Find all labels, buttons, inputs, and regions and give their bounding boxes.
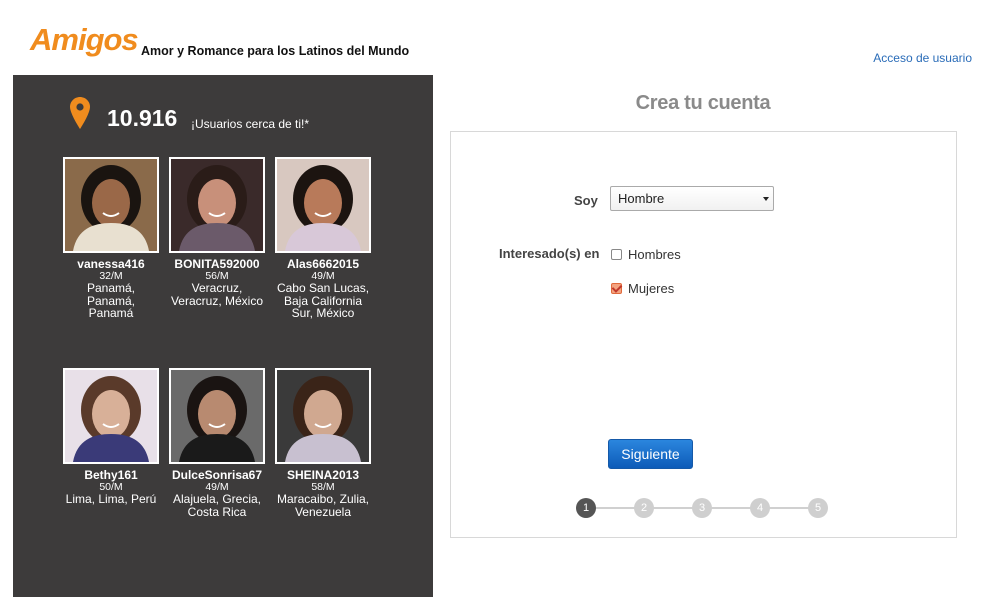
hombres-label: Hombres xyxy=(628,247,681,262)
member-location-line: Sur, México xyxy=(291,306,355,320)
member-location-line: Cabo San Lucas, xyxy=(276,281,370,295)
member-photo[interactable] xyxy=(169,368,265,464)
step-4: 4 xyxy=(750,498,770,518)
form-title: Crea tu cuenta xyxy=(635,92,771,114)
avatar xyxy=(171,159,263,251)
member-card[interactable]: Alas6662015 49/M Cabo San Lucas, Baja Calif… xyxy=(268,157,378,320)
member-photo[interactable] xyxy=(275,157,371,253)
nearby-label: ¡Usuarios cerca de ti!* xyxy=(191,117,310,131)
member-location-line: Panamá, xyxy=(86,281,136,295)
tagline: Amor y Romance para los Latinos del Mund… xyxy=(141,44,410,58)
member-card[interactable]: Bethy161 50/M Lima, Lima, Perú xyxy=(56,368,166,506)
avatar xyxy=(277,159,369,251)
step-5: 5 xyxy=(808,498,828,518)
chevron-down-icon xyxy=(763,197,769,201)
member-photo[interactable] xyxy=(63,157,159,253)
nearby-users-panel: 10.916 ¡Usuarios cerca de ti!* vanessa41… xyxy=(13,75,433,597)
step-1: 1 xyxy=(576,498,596,518)
step-indicator: 1 2 3 4 5 xyxy=(576,498,830,518)
mujeres-label: Mujeres xyxy=(628,281,675,296)
member-photo[interactable] xyxy=(275,368,371,464)
hombres-checkbox[interactable] xyxy=(611,249,622,260)
interest-label: Interesado(s) en xyxy=(499,246,600,261)
interest-option-mujeres[interactable]: Mujeres xyxy=(611,281,674,296)
member-location-line: Veracruz, xyxy=(191,281,243,295)
member-location-line: Costa Rica xyxy=(187,504,247,519)
gender-select[interactable]: Hombre xyxy=(610,186,774,211)
member-username[interactable]: SHEINA2013 xyxy=(268,468,378,482)
member-username[interactable]: Bethy161 xyxy=(56,468,166,482)
nearby-count: 10.916 xyxy=(107,105,178,131)
avatar xyxy=(171,370,263,462)
member-photo[interactable] xyxy=(63,368,159,464)
step-2: 2 xyxy=(634,498,654,518)
soy-label: Soy xyxy=(574,193,598,208)
avatar xyxy=(65,370,157,462)
member-card[interactable]: DulceSonrisa67 49/M Alajuela, Grecia, Costa… xyxy=(162,368,272,518)
signup-form: Soy Hombre Interesado(s) en Hombres Muje… xyxy=(450,131,957,538)
member-username[interactable]: vanessa416 xyxy=(56,257,166,271)
member-location-line: Venezuela xyxy=(294,504,352,519)
mujeres-checkbox[interactable] xyxy=(611,283,622,294)
member-photo[interactable] xyxy=(169,157,265,253)
member-card[interactable]: vanessa416 32/M Panamá, Panamá, Panamá xyxy=(56,157,166,320)
step-3: 3 xyxy=(692,498,712,518)
next-button[interactable]: Siguiente xyxy=(608,439,693,469)
gender-select-value: Hombre xyxy=(618,191,665,206)
avatar xyxy=(277,370,369,462)
login-link[interactable]: Acceso de usuario xyxy=(873,51,972,65)
member-location-line: Panamá xyxy=(88,306,134,320)
avatar xyxy=(65,159,157,251)
member-username[interactable]: Alas6662015 xyxy=(268,257,378,271)
member-username[interactable]: DulceSonrisa67 xyxy=(162,468,272,482)
member-location-line: Alajuela, Grecia, xyxy=(172,492,262,506)
member-card[interactable]: BONITA592000 56/M Veracruz, Veracruz, Méxic… xyxy=(162,157,272,307)
location-pin-icon xyxy=(70,97,90,129)
member-location-line: Veracruz, México xyxy=(170,293,264,308)
interest-option-hombres[interactable]: Hombres xyxy=(611,247,681,262)
member-username[interactable]: BONITA592000 xyxy=(162,257,272,271)
logo[interactable]: Amigos xyxy=(30,22,139,58)
member-location-line: Lima, Lima, Perú xyxy=(65,492,157,506)
member-location-line: Maracaibo, Zulia, xyxy=(276,492,370,506)
member-card[interactable]: SHEINA2013 58/M Maracaibo, Zulia, Venezuela xyxy=(268,368,378,518)
